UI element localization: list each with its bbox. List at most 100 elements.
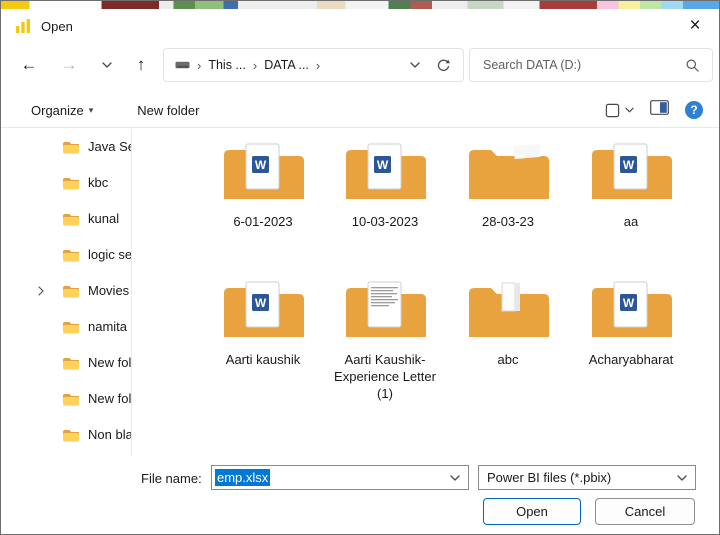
back-button[interactable]: ←: [13, 50, 45, 80]
cancel-button[interactable]: Cancel: [595, 498, 695, 525]
toolbar-right-group: ?: [605, 100, 703, 120]
sidebar-item-label: Movies: [88, 283, 130, 298]
file-name-value: emp.xlsx: [215, 469, 271, 486]
new-folder-button[interactable]: New folder: [137, 103, 199, 118]
file-tile[interactable]: 28-03-23: [447, 141, 569, 230]
sidebar-item-label: logic sendbac: [88, 247, 131, 262]
file-name-label: File name:: [141, 471, 202, 486]
titlebar: Open ×: [1, 9, 719, 43]
sidebar-item-label: kbc: [88, 175, 109, 190]
drive-icon: [175, 59, 190, 71]
file-label: 6-01-2023: [233, 214, 293, 229]
file-tile[interactable]: Acharyabharat: [570, 279, 692, 368]
sidebar-item-movies[interactable]: Movies: [1, 273, 131, 309]
organize-menu[interactable]: Organize ▾: [31, 103, 93, 118]
folder-icon: [62, 428, 79, 442]
chevron-down-icon: [625, 107, 634, 113]
folder-word-icon: [589, 279, 673, 345]
organize-label: Organize: [31, 102, 84, 118]
folder-document-icon: [343, 279, 427, 345]
file-type-dropdown-icon: [677, 475, 687, 481]
sidebar-item[interactable]: Java Sepetem: [1, 129, 131, 165]
address-dropdown-icon[interactable]: [410, 62, 420, 68]
file-label: Acharyabharat: [588, 352, 674, 367]
file-tile[interactable]: 10-03-2023: [324, 141, 446, 230]
recent-locations-button[interactable]: [91, 50, 123, 80]
sidebar-item-label: namita set 2: [88, 319, 131, 334]
open-dialog: Open × ← → ↑ › This ... › DATA ... › Org…: [0, 0, 720, 535]
file-tile[interactable]: Aarti Kaushik-Experience Letter (1): [324, 279, 446, 402]
folder-word-icon: [221, 141, 305, 207]
file-tile[interactable]: 6-01-2023: [202, 141, 324, 230]
close-button[interactable]: ×: [673, 10, 717, 41]
folder-icon: [62, 140, 79, 154]
chevron-down-icon: [102, 62, 112, 68]
file-type-select[interactable]: Power BI files (*.pbix): [478, 465, 696, 490]
preview-pane-icon: [650, 100, 669, 115]
folder-icon: [62, 356, 79, 370]
search-input[interactable]: [470, 58, 685, 72]
window-title: Open: [41, 18, 73, 34]
search-box: [469, 48, 713, 82]
sidebar-item-label: New folder: [88, 355, 131, 370]
folder-paper-icon: [466, 279, 550, 345]
file-list: 6-01-2023 10-03-2023 28-03-23 aa Aarti k…: [132, 129, 712, 456]
folder-tree: Java Sepetem kbc kunal logic sendbac Mov…: [1, 129, 131, 456]
preview-pane-button[interactable]: [650, 100, 669, 120]
file-label: Aarti Kaushik-Experience Letter (1): [334, 352, 436, 401]
sidebar-item-label: New folder (2: [88, 391, 131, 406]
folder-word-icon: [589, 141, 673, 207]
breadcrumb-item-this-pc[interactable]: This ...: [208, 58, 246, 72]
folder-icon: [62, 320, 79, 334]
file-type-value: Power BI files (*.pbix): [487, 470, 612, 485]
expand-chevron-icon[interactable]: [38, 286, 44, 296]
file-label: 10-03-2023: [351, 214, 419, 229]
up-button[interactable]: ↑: [125, 50, 157, 80]
view-thumbnail-icon: [605, 103, 620, 118]
sidebar-item-label: Java Sepetem: [88, 139, 131, 154]
folder-icon: [62, 176, 79, 190]
file-label: aa: [623, 214, 639, 229]
breadcrumb-separator: ›: [252, 57, 258, 73]
sidebar-item[interactable]: Non blank ce: [1, 417, 131, 453]
folder-icon: [62, 284, 79, 298]
search-icon[interactable]: [685, 58, 700, 73]
sidebar-item-label: kunal: [88, 211, 120, 226]
breadcrumb-separator: ›: [315, 57, 321, 73]
folder-icon: [62, 392, 79, 406]
file-name-dropdown-icon[interactable]: [450, 475, 460, 481]
file-tile[interactable]: abc: [447, 279, 569, 368]
views-button[interactable]: [605, 103, 634, 118]
file-label: 28-03-23: [481, 214, 535, 229]
powerbi-app-icon: [15, 18, 31, 34]
sidebar-item[interactable]: namita set 2: [1, 309, 131, 345]
folder-word-icon: [221, 279, 305, 345]
folder-icon: [466, 141, 550, 207]
sidebar-item[interactable]: New folder (2: [1, 381, 131, 417]
forward-button[interactable]: →: [53, 50, 85, 80]
breadcrumb-item-data-drive[interactable]: DATA ...: [264, 58, 309, 72]
sidebar-item[interactable]: New folder: [1, 345, 131, 381]
folder-icon: [62, 212, 79, 226]
breadcrumb: › This ... › DATA ... ›: [163, 48, 464, 82]
sidebar-item[interactable]: logic sendbac: [1, 237, 131, 273]
navigation-bar: ← → ↑ › This ... › DATA ... ›: [1, 45, 719, 85]
caret-down-icon: ▾: [88, 104, 94, 115]
file-name-input[interactable]: emp.xlsx: [211, 465, 469, 490]
folder-icon: [62, 248, 79, 262]
refresh-icon[interactable]: [436, 58, 451, 73]
folder-word-icon: [343, 141, 427, 207]
sidebar-item-label: Non blank ce: [88, 427, 131, 442]
command-bar: Organize ▾ New folder ?: [1, 93, 719, 128]
file-label: abc: [497, 352, 519, 367]
new-folder-label: New folder: [137, 102, 200, 118]
file-tile[interactable]: aa: [570, 141, 692, 230]
sidebar-item[interactable]: kbc: [1, 165, 131, 201]
help-button[interactable]: ?: [685, 101, 703, 119]
open-button[interactable]: Open: [483, 498, 581, 525]
background-app-strip: [1, 1, 719, 9]
file-tile[interactable]: Aarti kaushik: [202, 279, 324, 368]
sidebar-item[interactable]: kunal: [1, 201, 131, 237]
file-label: Aarti kaushik: [225, 352, 301, 367]
breadcrumb-separator: ›: [197, 57, 202, 73]
